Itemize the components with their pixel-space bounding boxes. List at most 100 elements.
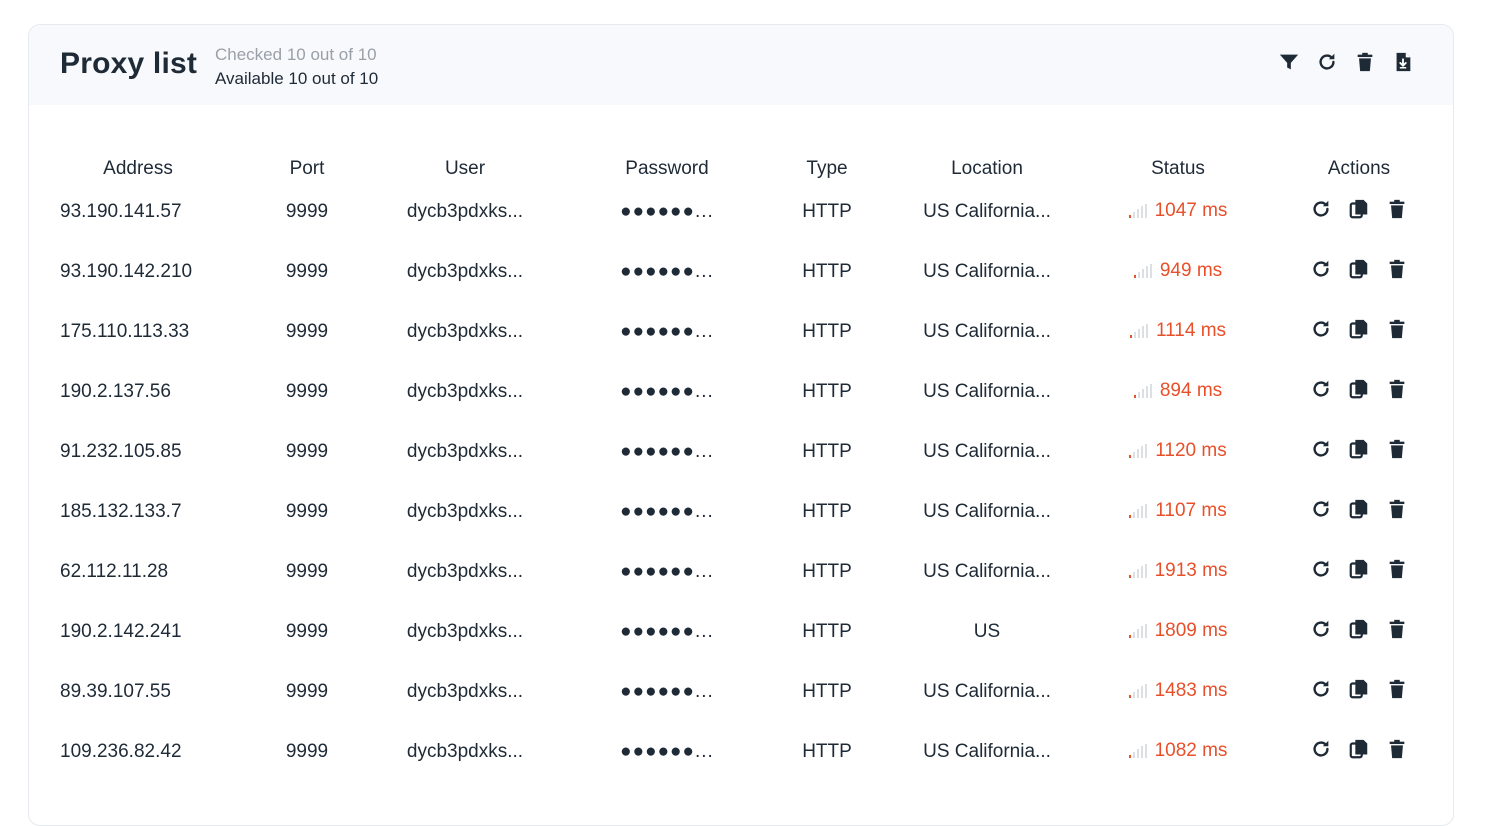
cell-user: dycb3pdxks...: [406, 561, 524, 582]
status-value: 1120 ms: [1129, 440, 1227, 462]
copy-button[interactable]: [1348, 498, 1370, 520]
cell-address: 185.132.133.7: [60, 501, 182, 522]
proxy-table: Address Port User Password Type Location…: [29, 155, 1453, 782]
delete-button[interactable]: [1386, 678, 1408, 700]
table-row: 185.132.133.7 9999 dycb3pdxks... ●●●●●●.…: [29, 482, 1453, 542]
copy-icon: [1349, 679, 1368, 699]
copy-button[interactable]: [1348, 558, 1370, 580]
signal-strength-icon: [1133, 384, 1152, 398]
refresh-icon: [1313, 560, 1329, 577]
proxy-list-card: Proxy list Checked 10 out of 10 Availabl…: [28, 24, 1454, 826]
signal-strength-icon: [1129, 324, 1148, 338]
copy-button[interactable]: [1348, 378, 1370, 400]
cell-port: 9999: [285, 381, 329, 402]
delete-button[interactable]: [1386, 738, 1408, 760]
latency-text: 1114 ms: [1155, 320, 1227, 341]
recheck-button[interactable]: [1310, 738, 1332, 760]
delete-button[interactable]: [1386, 498, 1408, 520]
cell-port: 9999: [285, 561, 329, 582]
signal-strength-icon: [1129, 444, 1148, 458]
signal-strength-icon: [1128, 624, 1147, 638]
cell-user: dycb3pdxks...: [406, 621, 524, 642]
cell-status: 1483 ms: [1091, 662, 1265, 722]
copy-button[interactable]: [1348, 198, 1370, 220]
signal-strength-icon: [1133, 264, 1152, 278]
cell-port: 9999: [285, 201, 329, 222]
cell-address: 190.2.137.56: [60, 381, 171, 402]
column-header-address[interactable]: Address: [29, 155, 247, 182]
cell-address: 62.112.11.28: [60, 561, 169, 582]
refresh-all-button[interactable]: [1315, 50, 1339, 74]
copy-button[interactable]: [1348, 318, 1370, 340]
delete-button[interactable]: [1386, 558, 1408, 580]
recheck-button[interactable]: [1310, 198, 1332, 220]
cell-type: HTTP: [802, 741, 852, 762]
filter-button[interactable]: [1277, 50, 1301, 74]
refresh-icon: [1313, 740, 1329, 757]
column-header-password[interactable]: Password: [563, 155, 771, 182]
trash-icon: [1389, 199, 1405, 219]
cell-status: 1082 ms: [1091, 722, 1265, 782]
cell-address: 89.39.107.55: [60, 681, 171, 702]
cell-user: dycb3pdxks...: [406, 681, 524, 702]
page-title: Proxy list: [60, 47, 198, 80]
column-header-location[interactable]: Location: [883, 155, 1091, 182]
checked-count: Checked 10 out of 10: [215, 45, 377, 64]
recheck-button[interactable]: [1310, 558, 1332, 580]
recheck-button[interactable]: [1310, 378, 1332, 400]
cell-password: ●●●●●●...: [620, 201, 714, 222]
cell-type: HTTP: [802, 561, 852, 582]
copy-icon: [1349, 379, 1368, 399]
cell-status: 894 ms: [1091, 362, 1265, 422]
copy-icon: [1349, 319, 1368, 339]
refresh-icon: [1313, 260, 1329, 277]
trash-icon: [1389, 259, 1405, 279]
trash-icon: [1389, 679, 1405, 699]
table-header-row: Address Port User Password Type Location…: [29, 155, 1453, 182]
copy-button[interactable]: [1348, 438, 1370, 460]
column-header-port[interactable]: Port: [247, 155, 367, 182]
recheck-button[interactable]: [1310, 498, 1332, 520]
copy-icon: [1349, 499, 1368, 519]
cell-actions: [1265, 602, 1453, 662]
signal-strength-icon: [1128, 204, 1147, 218]
recheck-button[interactable]: [1310, 318, 1332, 340]
delete-button[interactable]: [1386, 438, 1408, 460]
delete-all-button[interactable]: [1353, 50, 1377, 74]
table-row: 190.2.142.241 9999 dycb3pdxks... ●●●●●●.…: [29, 602, 1453, 662]
delete-button[interactable]: [1386, 258, 1408, 280]
column-header-status[interactable]: Status: [1091, 155, 1265, 182]
column-header-type[interactable]: Type: [771, 155, 883, 182]
refresh-icon: [1313, 620, 1329, 637]
recheck-button[interactable]: [1310, 438, 1332, 460]
delete-button[interactable]: [1386, 618, 1408, 640]
latency-text: 1809 ms: [1154, 620, 1228, 641]
column-header-user[interactable]: User: [367, 155, 563, 182]
signal-strength-icon: [1129, 504, 1148, 518]
cell-actions: [1265, 422, 1453, 482]
copy-button[interactable]: [1348, 618, 1370, 640]
export-button[interactable]: [1391, 50, 1415, 74]
delete-button[interactable]: [1386, 378, 1408, 400]
cell-type: HTTP: [802, 681, 852, 702]
cell-port: 9999: [285, 501, 329, 522]
status-value: 1809 ms: [1128, 620, 1228, 642]
copy-button[interactable]: [1348, 258, 1370, 280]
delete-button[interactable]: [1386, 318, 1408, 340]
recheck-button[interactable]: [1310, 618, 1332, 640]
copy-button[interactable]: [1348, 738, 1370, 760]
cell-location: US California...: [923, 321, 1051, 342]
recheck-button[interactable]: [1310, 678, 1332, 700]
table-row: 93.190.142.210 9999 dycb3pdxks... ●●●●●●…: [29, 242, 1453, 302]
latency-text: 1913 ms: [1154, 560, 1228, 581]
delete-button[interactable]: [1386, 198, 1408, 220]
latency-text: 1082 ms: [1154, 740, 1228, 761]
cell-actions: [1265, 542, 1453, 602]
table-row: 109.236.82.42 9999 dycb3pdxks... ●●●●●●.…: [29, 722, 1453, 782]
cell-location: US California...: [923, 261, 1051, 282]
recheck-button[interactable]: [1310, 258, 1332, 280]
cell-type: HTTP: [802, 261, 852, 282]
table-row: 89.39.107.55 9999 dycb3pdxks... ●●●●●●..…: [29, 662, 1453, 722]
copy-button[interactable]: [1348, 678, 1370, 700]
table-row: 62.112.11.28 9999 dycb3pdxks... ●●●●●●..…: [29, 542, 1453, 602]
